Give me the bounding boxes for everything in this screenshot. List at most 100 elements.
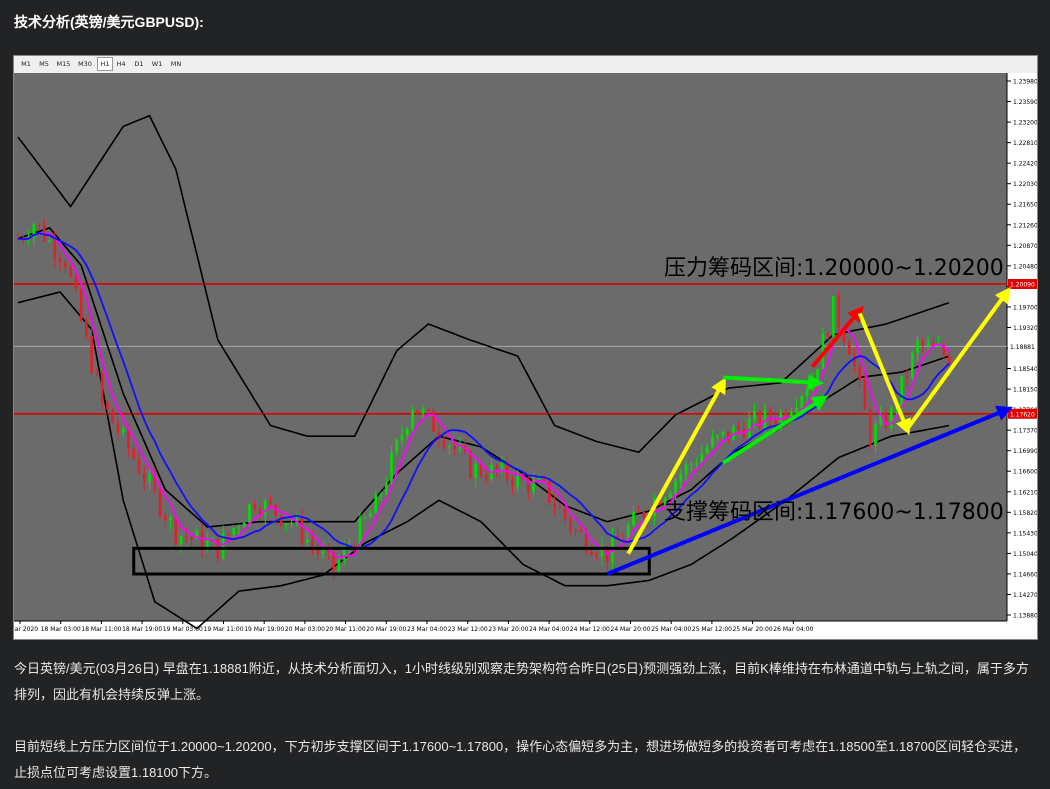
candle-body [185,535,188,538]
timeframe-button-m1[interactable]: M1 [18,58,34,70]
candle-body [416,410,420,414]
candle-body [37,224,41,226]
candle-body [642,511,646,518]
candle-body [690,463,693,465]
candle-body [542,478,546,481]
x-tick-label: 18 Mar 03:00 [41,626,81,633]
x-tick-label: 25 Mar 12:00 [692,626,732,633]
candle-body [253,504,257,510]
candle-body [58,258,62,263]
candle-body [716,435,719,438]
candle-body [563,508,567,519]
y-tick-label: 1.20870 [1013,243,1037,250]
resistance-annotation: 压力筹码区间:1.20000~1.20200 [664,256,1004,281]
candle-body [453,446,456,450]
candle-body [900,376,904,407]
candle-body [442,439,446,448]
candle-body [432,410,435,433]
candle-body [242,522,246,528]
timeframe-button-m15[interactable]: M15 [54,58,73,70]
article-heading: 技术分析(英镑/美元GBPUSD): [14,14,204,30]
y-tick-label: 1.18150 [1013,387,1037,394]
x-tick-label: 18 Mar 19:00 [122,626,162,633]
timeframe-button-h1[interactable]: H1 [97,57,113,71]
timeframe-button-d1[interactable]: D1 [131,58,147,70]
candle-body [868,409,872,446]
y-tick-label: 1.19320 [1013,325,1037,332]
candle-body [121,428,125,433]
y-tick-label: 1.16990 [1013,448,1037,455]
candle-body [95,373,99,375]
candle-body [53,239,57,259]
candle-body [795,408,798,413]
candle-body [863,379,867,410]
candle-body [579,530,583,533]
candle-body [290,523,293,525]
timeframe-button-mn[interactable]: MN [167,58,185,70]
timeframe-button-m30[interactable]: M30 [75,58,95,70]
candle-body [390,452,393,484]
analysis-paragraph-2: 目前短线上方压力区间位于1.20000~1.20200，下方初步支撑区间于1.1… [14,739,1027,780]
candle-body [753,411,756,420]
candle-body [169,517,172,521]
candle-body [595,554,598,557]
x-tick-label: 25 Mar 20:00 [733,626,773,633]
support-annotation: 支撑筹码区间:1.17600~1.17800 [664,500,1004,525]
candle-body [684,464,688,475]
candle-body [232,528,235,535]
candle-body [926,342,930,346]
price-chart: 1.23980 1.23590 1.23200 1.22810 1.22420 1.220… [14,73,1037,638]
x-tick-label: 24 Mar 12:00 [570,626,610,633]
candle-body [132,448,136,459]
candle-body [574,529,577,531]
y-tick-label: 1.23200 [1013,120,1037,127]
candle-body [90,335,93,374]
y-tick-label: 1.14270 [1013,592,1037,599]
candle-body [374,494,378,513]
x-tick-label: 20 Mar 11:00 [326,626,366,633]
y-tick-label: 1.20480 [1013,263,1037,270]
candle-body [300,517,304,543]
y-tick-label: 1.17370 [1013,428,1037,435]
y-tick-label: 1.16210 [1013,489,1037,496]
candle-body [537,478,541,480]
candle-body [111,409,114,424]
candle-body [379,493,383,495]
candle-body [74,276,78,290]
candle-body [921,340,925,346]
y-tick-label: 1.15430 [1013,530,1037,537]
timeframe-button-m5[interactable]: M5 [36,58,52,70]
candle-body [695,463,698,465]
y-tick-label: 1.23590 [1013,99,1037,106]
chart-screenshot: M1 M5 M15 M30 H1 H4 D1 W1 MN 1.23980 1.23590 1.232… [13,55,1038,640]
candle-body [721,431,725,436]
candle-body [142,473,146,482]
candle-body [48,239,51,242]
x-tick-label: 23 Mar 20:00 [488,626,528,633]
candle-body [174,517,178,545]
candle-body [269,500,272,505]
candle-body [737,426,741,429]
timeframe-button-w1[interactable]: W1 [149,58,165,70]
candle-body [711,437,714,447]
candle-body [905,376,909,378]
timeframe-button-h4[interactable]: H4 [113,58,129,70]
support-price-tag-label: 1.17620 [1010,411,1035,418]
x-tick-label: 19 Mar 11:00 [204,626,244,633]
candle-body [558,507,562,509]
candle-body [263,500,267,516]
candle-body [858,366,862,380]
x-tick-label: 25 Mar 04:00 [651,626,691,633]
candle-body [816,368,819,380]
candle-body [569,518,572,530]
y-tick-label: 1.22030 [1013,181,1037,188]
x-tick-label: 24 Mar 20:00 [611,626,651,633]
candle-body [874,424,877,446]
candle-body [190,537,193,540]
candle-body [163,515,167,521]
candle-body [395,439,399,453]
candle-body [947,355,951,365]
y-tick-label: 1.16600 [1013,469,1037,476]
candle-body [85,320,88,336]
x-tick-label: 17 Mar 2020 [14,626,38,633]
